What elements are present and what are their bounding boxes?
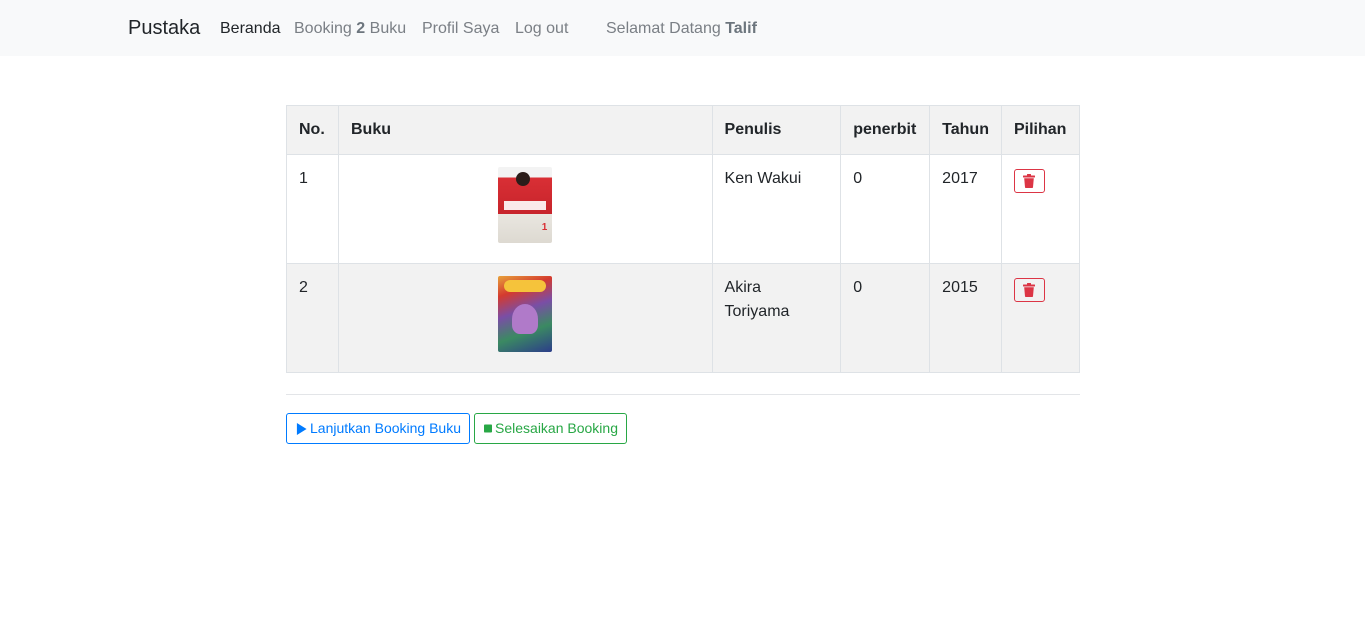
- delete-button[interactable]: [1013, 278, 1045, 302]
- header-buku: Buku: [337, 105, 713, 155]
- table-row: 1 1 Ken Wakui 0 2017: [286, 154, 1081, 264]
- welcome-user: Talif: [725, 20, 757, 37]
- row-cover-cell: [337, 263, 713, 373]
- row-no: 1: [286, 154, 339, 264]
- welcome-text: Selamat Datang Talif: [606, 19, 757, 39]
- welcome-prefix: Selamat Datang: [606, 20, 721, 37]
- row-pilihan: [1000, 154, 1081, 264]
- navbar: Pustaka Beranda Booking 2 Buku Profil Sa…: [0, 0, 1365, 56]
- header-no: No.: [286, 105, 339, 155]
- header-penulis: Penulis: [711, 105, 842, 155]
- nav-booking-prefix: Booking: [294, 20, 352, 37]
- trash-icon: [1023, 283, 1036, 297]
- header-pilihan: Pilihan: [1000, 105, 1081, 155]
- nav-link-booking[interactable]: Booking 2 Buku: [294, 19, 406, 39]
- row-cover-cell: 1: [337, 154, 713, 264]
- header-tahun: Tahun: [929, 105, 1002, 155]
- row-tahun: 2017: [929, 154, 1002, 264]
- row-pilihan: [1000, 263, 1081, 373]
- finish-booking-label: Selesaikan Booking: [495, 420, 618, 436]
- book-cover-image: 1: [498, 167, 553, 243]
- row-penulis: Akira Toriyama: [711, 263, 842, 373]
- finish-booking-button[interactable]: Selesaikan Booking: [474, 413, 627, 444]
- book-cover-image: [498, 276, 553, 352]
- row-penerbit: 0: [840, 154, 931, 264]
- row-penerbit: 0: [840, 263, 931, 373]
- booking-table: No. Buku Penulis penerbit Tahun Pilihan …: [286, 105, 1081, 373]
- continue-booking-label: Lanjutkan Booking Buku: [310, 420, 461, 436]
- nav-link-profil[interactable]: Profil Saya: [422, 19, 499, 39]
- booking-count-badge: 2: [356, 20, 366, 37]
- delete-button[interactable]: [1013, 169, 1045, 193]
- row-tahun: 2015: [929, 263, 1002, 373]
- nav-booking-suffix: Buku: [369, 20, 407, 37]
- continue-booking-button[interactable]: Lanjutkan Booking Buku: [286, 413, 470, 444]
- trash-icon: [1023, 174, 1036, 188]
- row-no: 2: [286, 263, 339, 373]
- table-row: 2 Akira Toriyama 0 2015: [286, 263, 1081, 373]
- nav-link-beranda[interactable]: Beranda: [220, 19, 281, 39]
- brand-link[interactable]: Pustaka: [128, 16, 200, 40]
- stop-icon: [484, 424, 493, 433]
- play-icon: [296, 422, 307, 435]
- nav-link-logout[interactable]: Log out: [515, 19, 568, 39]
- divider: [286, 394, 1080, 395]
- row-penulis: Ken Wakui: [711, 154, 842, 264]
- table-header-row: No. Buku Penulis penerbit Tahun Pilihan: [286, 105, 1081, 155]
- header-penerbit: penerbit: [840, 105, 931, 155]
